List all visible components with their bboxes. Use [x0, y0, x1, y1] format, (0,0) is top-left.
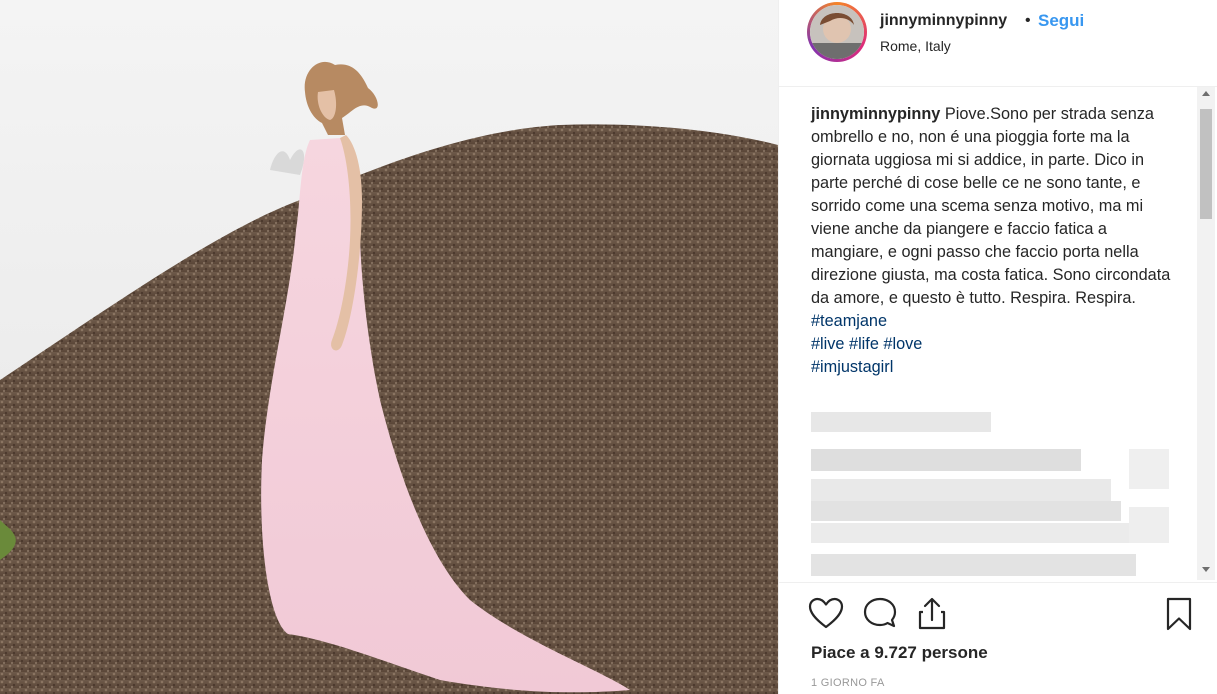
blurred-comment: [811, 554, 1136, 576]
actions-divider: [779, 582, 1217, 583]
post-caption: jinnyminnypinny Piove.Sono per strada se…: [811, 103, 1171, 379]
heart-icon[interactable]: [806, 594, 846, 634]
blurred-comment: [811, 412, 991, 432]
post-image: [0, 0, 778, 694]
avatar[interactable]: [810, 5, 864, 59]
blurred-comment: [811, 523, 1141, 543]
comments-area[interactable]: jinnyminnypinny Piove.Sono per strada se…: [779, 87, 1217, 580]
follow-button[interactable]: Segui: [1038, 11, 1084, 31]
blurred-comment: [811, 501, 1121, 521]
scroll-up-icon[interactable]: [1202, 91, 1210, 96]
comment-icon[interactable]: [860, 594, 900, 634]
likes-count[interactable]: Piace a 9.727 persone: [811, 643, 988, 663]
post-sidebar: jinnyminnypinny • Segui Rome, Italy jinn…: [778, 0, 1217, 694]
scrollbar-thumb[interactable]: [1200, 109, 1212, 219]
bookmark-icon[interactable]: [1159, 594, 1199, 634]
blurred-comment: [811, 449, 1081, 471]
post-photo: [0, 0, 778, 694]
post-username[interactable]: jinnyminnypinny: [880, 12, 1007, 30]
hashtag-link[interactable]: #teamjane: [811, 310, 1171, 333]
hashtag-link[interactable]: #live #life #love: [811, 333, 1171, 356]
post-header: jinnyminnypinny • Segui Rome, Italy: [779, 0, 1217, 87]
avatar-image: [810, 5, 864, 59]
post-location[interactable]: Rome, Italy: [880, 38, 951, 54]
hashtag-link[interactable]: #imjustagirl: [811, 356, 1171, 379]
caption-text: Piove.Sono per strada senza ombrello e n…: [811, 105, 1171, 307]
scroll-down-icon[interactable]: [1202, 567, 1210, 572]
scrollbar[interactable]: [1197, 87, 1215, 580]
blurred-comment: [1129, 449, 1169, 489]
blurred-comment: [1129, 507, 1169, 543]
separator-dot: •: [1025, 12, 1031, 29]
post-timestamp: 1 GIORNO FA: [811, 677, 885, 689]
blurred-comment: [811, 479, 1111, 501]
caption-username[interactable]: jinnyminnypinny: [811, 105, 940, 123]
share-icon[interactable]: [912, 594, 952, 634]
avatar-ring[interactable]: [807, 2, 867, 62]
